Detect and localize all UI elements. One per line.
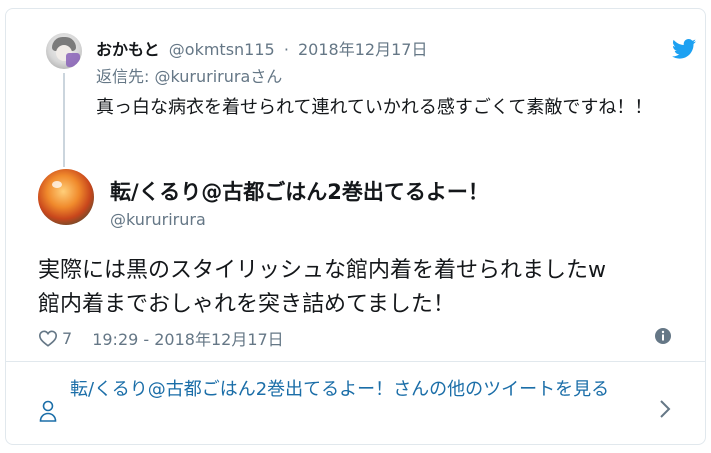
reply-suffix: さん	[250, 67, 283, 86]
embedded-tweet-card: おかもと @okmtsn115 · 2018年12月17日 返信先: @kuru…	[5, 8, 706, 445]
parent-header: おかもと @okmtsn115 · 2018年12月17日	[96, 39, 427, 61]
twitter-bird-icon[interactable]	[672, 39, 696, 59]
reply-context: 返信先: @kururiruraさん	[96, 66, 282, 88]
main-tweet-text-line-1: 実際には黒のスタイリッシュな館内着を着せられましたw	[38, 258, 606, 283]
tweet-timestamp[interactable]: 19:29 - 2018年12月17日	[92, 326, 284, 350]
tweet-actions: 7 19:29 - 2018年12月17日	[38, 326, 284, 350]
parent-display-name[interactable]: おかもと	[96, 40, 160, 59]
like-count[interactable]: 7	[62, 329, 72, 348]
reply-to-handle-link[interactable]: @kururirura	[154, 67, 250, 86]
chevron-right-icon	[660, 400, 671, 418]
more-tweets-label[interactable]: 転/くるり@古都ごはん2巻出てるよー！さんの他のツイートを見る	[70, 376, 650, 404]
parent-tweet[interactable]: おかもと @okmtsn115 · 2018年12月17日 返信先: @kuru…	[6, 9, 705, 167]
person-icon	[39, 400, 57, 422]
reply-prefix: 返信先:	[96, 67, 155, 86]
main-tweet-text: 実際には黒のスタイリッシュな館内着を着せられましたw 館内着までおしゃれを突き詰…	[38, 254, 688, 322]
main-avatar[interactable]	[38, 169, 94, 225]
parent-handle[interactable]: @okmtsn115	[169, 40, 275, 59]
main-tweet-text-line-2: 館内着までおしゃれを突き詰めてました！	[38, 292, 455, 317]
parent-date[interactable]: 2018年12月17日	[298, 40, 427, 59]
main-handle[interactable]: @kururirura	[110, 209, 206, 231]
heart-icon[interactable]	[38, 329, 58, 347]
more-tweets-link[interactable]: 転/くるり@古都ごはん2巻出てるよー！さんの他のツイートを見る	[6, 362, 705, 444]
parent-avatar[interactable]	[46, 33, 82, 69]
main-display-name[interactable]: 転/くるり@古都ごはん2巻出てるよー！	[110, 179, 489, 205]
parent-separator: ·	[283, 40, 289, 59]
info-icon[interactable]	[654, 327, 672, 345]
thread-connector-line	[63, 73, 65, 167]
parent-tweet-text: 真っ白な病衣を着せられて連れていかれる感すごくて素敵ですね！！	[96, 97, 653, 118]
